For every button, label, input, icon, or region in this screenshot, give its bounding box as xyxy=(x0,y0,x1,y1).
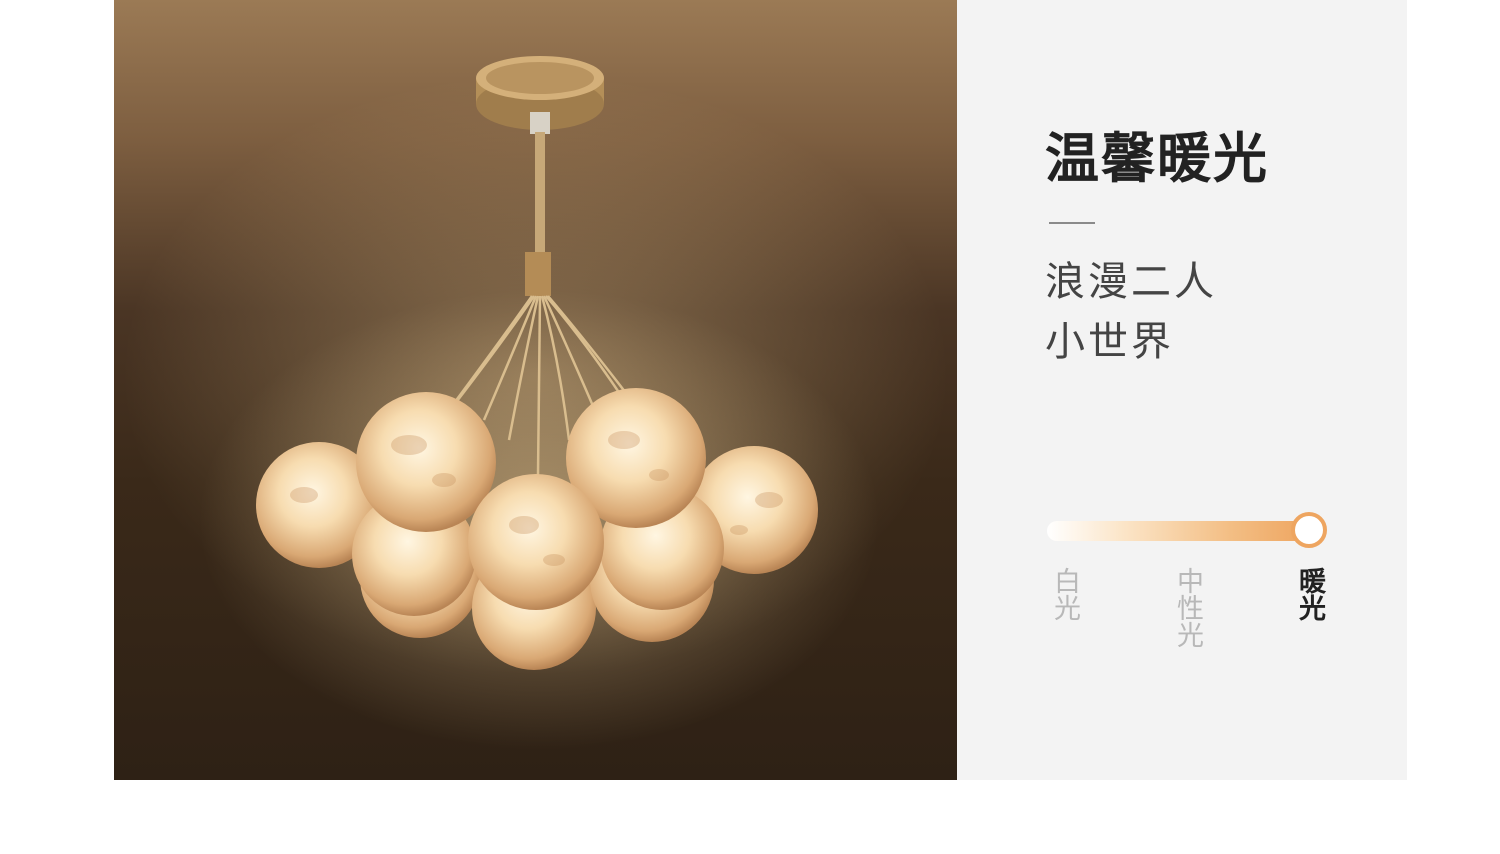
color-temperature-slider[interactable] xyxy=(1047,512,1327,548)
subtitle-line-2: 小世界 xyxy=(1045,319,1174,365)
chandelier-photo xyxy=(114,0,957,780)
slider-track[interactable] xyxy=(1047,521,1309,541)
feature-text-panel: 温馨暖光 浪漫二人 小世界 白光 中性光 暖光 xyxy=(957,0,1407,780)
ceiling-canopy xyxy=(476,56,604,134)
rod-hub xyxy=(525,252,551,296)
option-white-light[interactable]: 白光 xyxy=(1045,567,1080,621)
feature-title: 温馨暖光 xyxy=(1045,127,1269,190)
chandelier-illustration xyxy=(199,56,879,750)
title-divider xyxy=(1049,222,1095,224)
slider-thumb[interactable] xyxy=(1291,512,1327,548)
pendant-rod xyxy=(535,132,545,252)
option-neutral-light[interactable]: 中性光 xyxy=(1168,567,1203,648)
product-banner: 温馨暖光 浪漫二人 小世界 白光 中性光 暖光 xyxy=(114,0,1407,780)
subtitle-line-1: 浪漫二人 xyxy=(1045,259,1217,305)
option-warm-light[interactable]: 暖光 xyxy=(1290,567,1325,621)
